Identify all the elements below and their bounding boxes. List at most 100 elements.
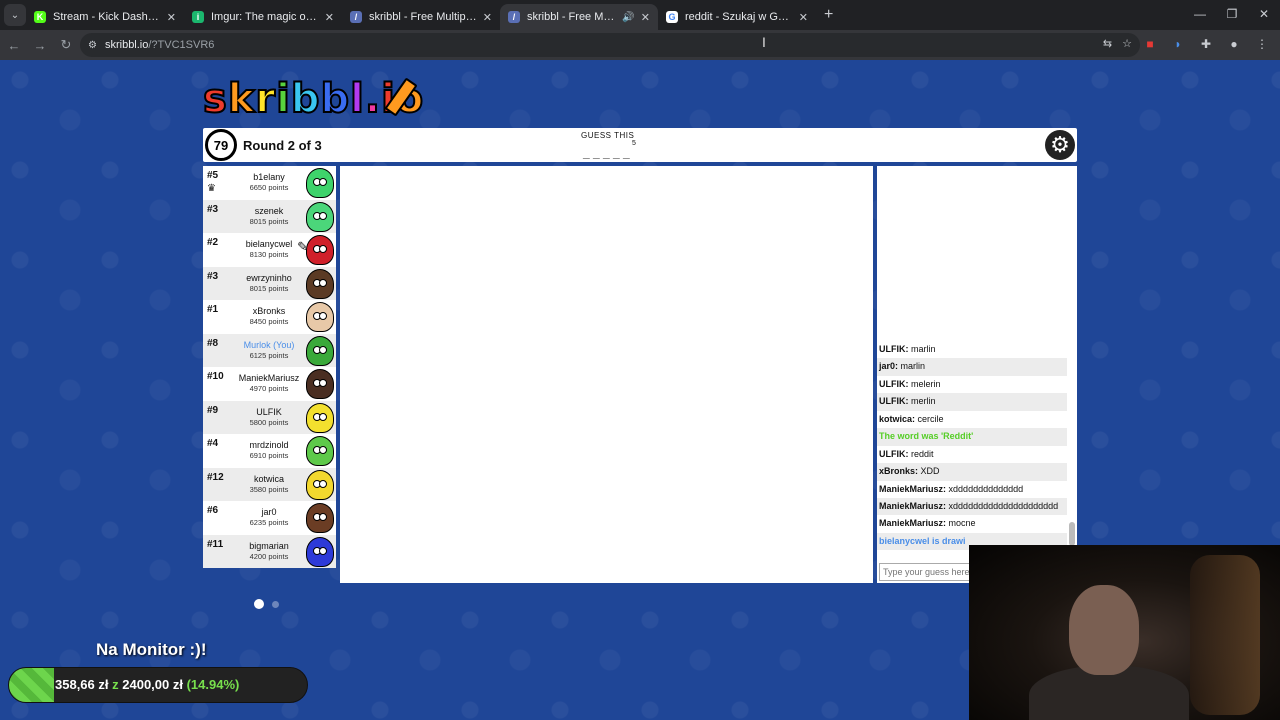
- tab-search-button[interactable]: ⌄: [4, 4, 26, 26]
- extensions-puzzle-icon[interactable]: ✚: [1196, 34, 1216, 54]
- forward-icon[interactable]: →: [28, 33, 52, 57]
- player-points: 8015 points: [249, 283, 289, 293]
- pagination-dot-active[interactable]: [254, 599, 264, 609]
- tab-favicon-icon: G: [666, 11, 678, 23]
- chat-text: marlin: [911, 344, 936, 354]
- player-rank: #1: [207, 304, 219, 315]
- site-info-icon[interactable]: ⚙: [88, 40, 97, 51]
- player-row[interactable]: #1 xBronks 8450 points: [203, 300, 336, 334]
- browser-tab[interactable]: / skribbl - Free Multiplayer Drawi ✕: [342, 4, 500, 30]
- player-rank: #2: [207, 237, 219, 248]
- extension-icon-2[interactable]: ◗: [1168, 34, 1188, 54]
- extension-icon[interactable]: ■: [1140, 34, 1160, 54]
- chat-username: xBronks:: [879, 466, 919, 477]
- player-name: b1elany: [253, 172, 285, 182]
- translate-icon[interactable]: ⇆: [1103, 37, 1112, 50]
- profile-avatar-icon[interactable]: ●: [1224, 34, 1244, 54]
- player-row[interactable]: #3 szenek 8015 points: [203, 199, 336, 233]
- chat-username: ULFIK:: [879, 396, 909, 407]
- player-points: 8450 points: [249, 317, 289, 326]
- player-avatar: [306, 369, 334, 399]
- player-avatar: [306, 201, 334, 232]
- player-row[interactable]: #5 b1elany 6650 points ♛: [203, 166, 336, 200]
- chat-panel: ULFIK: marlin jar0: marlin ULFIK: melerin U…: [877, 166, 1077, 583]
- address-bar[interactable]: ⚙ skribbl.io/?TVC1SVR6 ⇆ ☆: [80, 33, 1140, 57]
- logo-letter: .: [364, 75, 382, 123]
- chat-username: ManiekMariusz:: [879, 483, 947, 494]
- reload-icon[interactable]: ↻: [54, 33, 78, 57]
- player-rank: #5: [207, 170, 219, 181]
- player-name: kotwica: [253, 473, 284, 484]
- browser-tab[interactable]: / skribbl - Free Multiplayer D 🔊 ✕: [500, 4, 658, 30]
- chat-messages: ULFIK: marlin jar0: marlin ULFIK: melerin U…: [877, 341, 1067, 551]
- drawing-canvas[interactable]: [340, 166, 873, 583]
- chat-text: cercile: [917, 413, 944, 424]
- webcam-overlay: [969, 545, 1280, 720]
- player-row[interactable]: #4 mrdzinold 6910 points: [203, 434, 336, 468]
- player-row[interactable]: #3 ewrzyninho 8015 points: [203, 266, 336, 300]
- chat-text: merlin: [911, 396, 936, 407]
- browser-tab[interactable]: K Stream - Kick Dashboard ✕: [26, 4, 184, 30]
- player-row[interactable]: #12 kotwica 3580 points: [203, 467, 336, 501]
- tab-audio-icon[interactable]: 🔊: [622, 12, 634, 23]
- tab-close-icon[interactable]: ✕: [325, 11, 334, 24]
- chat-message: ULFIK: melerin: [877, 376, 1067, 393]
- chat-message: ManiekMariusz: xddddddddddddddddddddd: [877, 497, 1067, 516]
- logo-letter: i: [275, 75, 291, 123]
- bookmark-star-icon[interactable]: ☆: [1122, 37, 1132, 50]
- chat-text: xdddddddddddddd: [948, 483, 1024, 494]
- player-name: bielanycwel: [245, 239, 293, 249]
- player-avatar: [306, 436, 334, 466]
- tab-close-icon[interactable]: ✕: [799, 11, 808, 24]
- tab-title: skribbl - Free Multiplayer Drawi: [369, 11, 477, 23]
- player-rank: #10: [207, 371, 224, 382]
- player-points: 3580 points: [249, 484, 289, 494]
- player-avatar: [306, 268, 334, 299]
- player-row[interactable]: #9 ULFIK 5800 points: [203, 400, 336, 434]
- chat-scrollbar[interactable]: [1069, 341, 1075, 546]
- chat-message: ULFIK: marlin: [877, 341, 1067, 358]
- pagination-dot[interactable]: [272, 601, 279, 608]
- settings-gear-icon[interactable]: ⚙: [1045, 130, 1075, 160]
- minimize-icon[interactable]: —: [1184, 0, 1216, 28]
- chat-text: XDD: [920, 466, 940, 477]
- menu-kebab-icon[interactable]: ⋮: [1252, 34, 1272, 54]
- chat-message: jar0: marlin: [877, 358, 1067, 376]
- browser-tab[interactable]: i Imgur: The magic of the Interne ✕: [184, 4, 342, 30]
- webcam-person-head: [1069, 585, 1139, 675]
- pagination-dots: [254, 599, 279, 609]
- player-name: ManiekMariusz: [238, 373, 300, 383]
- close-window-icon[interactable]: ✕: [1248, 0, 1280, 28]
- player-points: 5800 points: [249, 417, 289, 427]
- chat-username: ULFIK:: [879, 448, 909, 459]
- player-row[interactable]: #6 jar0 6235 points: [203, 501, 336, 535]
- word-blanks: _ _ _ _ _: [583, 146, 630, 160]
- browser-toolbar: ← → ↻ ⚙ skribbl.io/?TVC1SVR6 ⇆ ☆ ■ ◗ ✚ ●…: [0, 30, 1280, 60]
- player-row[interactable]: #11 bigmarian 4200 points: [203, 534, 336, 568]
- player-points: 6235 points: [249, 518, 289, 527]
- player-rank: #6: [207, 505, 219, 516]
- chat-username: kotwica:: [879, 413, 916, 424]
- browser-tab[interactable]: Greddit - Szukaj w Google ✕: [658, 4, 816, 30]
- player-name: ULFIK: [256, 406, 282, 417]
- player-row[interactable]: #2 bielanycwel 8130 points ✎: [203, 233, 336, 267]
- back-icon[interactable]: ←: [2, 33, 26, 57]
- timer-value: 79: [213, 137, 229, 153]
- word-length: 5: [632, 140, 636, 147]
- chat-message: kotwica: cercile: [877, 411, 1067, 428]
- player-rank: #9: [207, 404, 219, 416]
- tab-close-icon[interactable]: ✕: [483, 11, 492, 24]
- player-row[interactable]: #10 ManiekMariusz 4970 points: [203, 367, 336, 401]
- chat-scroll-thumb[interactable]: [1069, 522, 1075, 546]
- tab-close-icon[interactable]: ✕: [641, 11, 650, 24]
- new-tab-button[interactable]: +: [824, 6, 833, 24]
- player-rank: #12: [207, 471, 224, 483]
- donation-goal-text: 358,66 zł z 2400,00 zł (14.94%): [55, 677, 240, 692]
- tab-close-icon[interactable]: ✕: [167, 11, 176, 24]
- timer-clock: 79: [205, 129, 237, 161]
- player-row[interactable]: #8 Murlok (You) 6125 points: [203, 333, 336, 367]
- maximize-icon[interactable]: ❐: [1216, 0, 1248, 28]
- webcam-chair: [1190, 555, 1260, 715]
- player-avatar: [306, 235, 334, 265]
- chat-message: ManiekMariusz: xdddddddddddddd: [877, 481, 1067, 498]
